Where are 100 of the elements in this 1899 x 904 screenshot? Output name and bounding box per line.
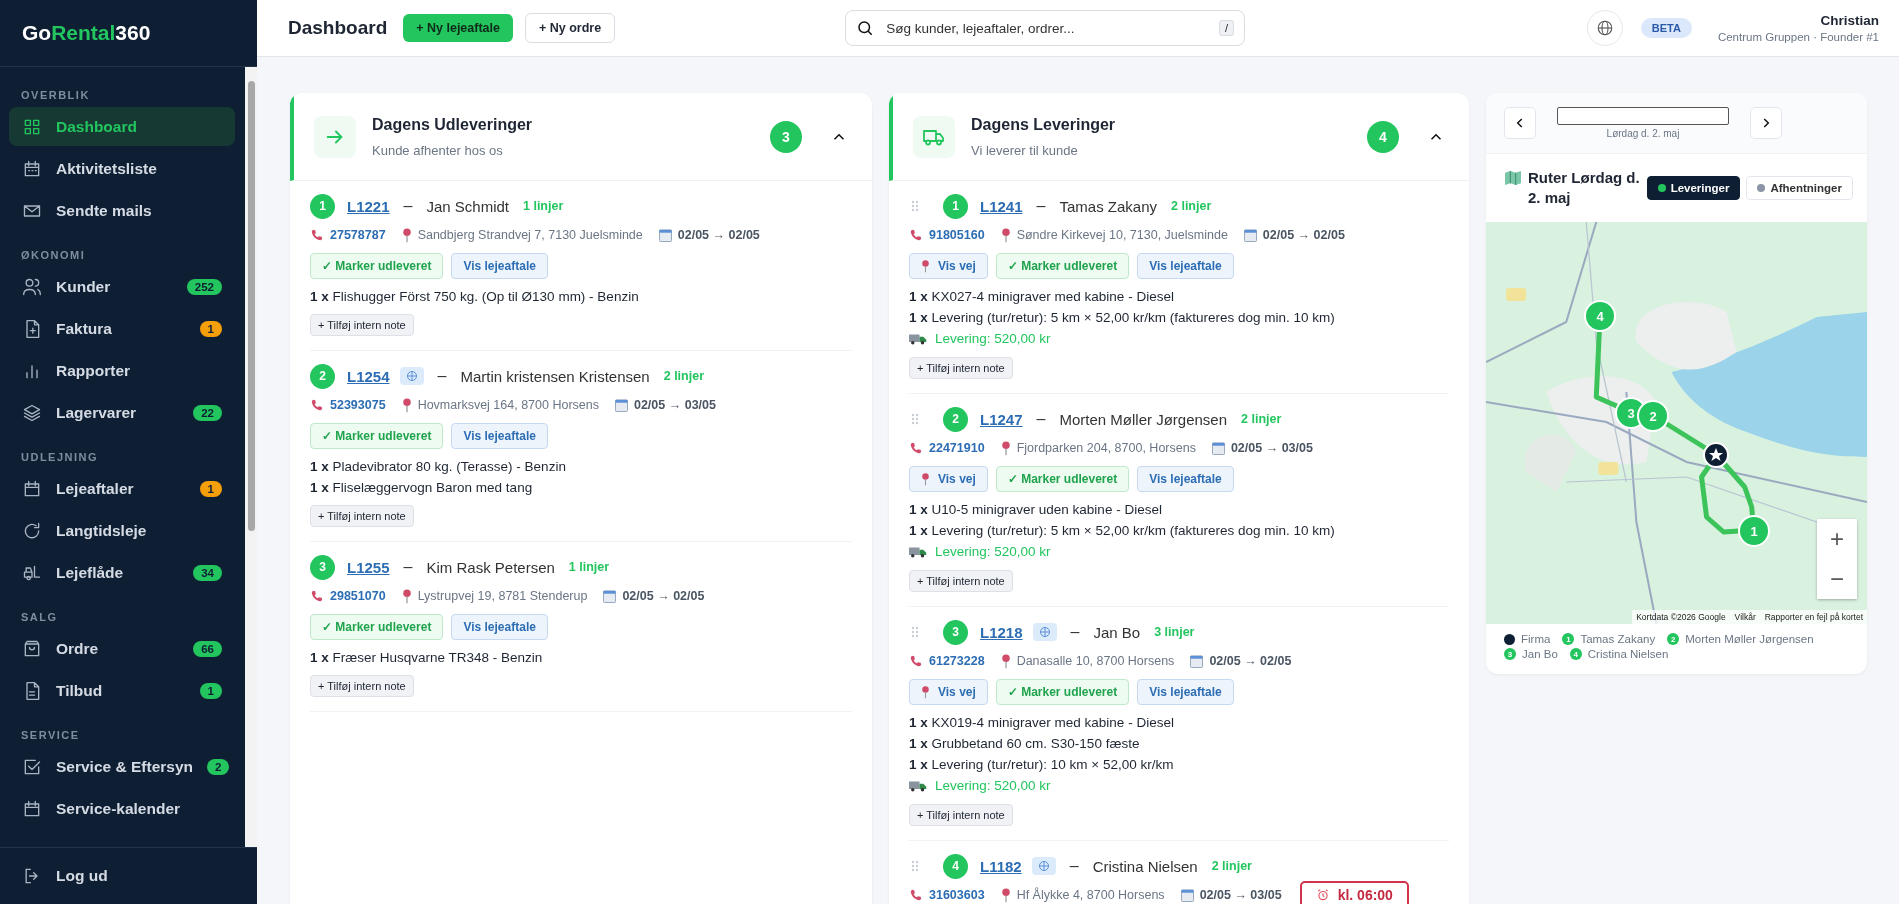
calendar-icon: [1243, 228, 1257, 242]
directions-button[interactable]: Vis vej: [909, 679, 988, 705]
reference-link[interactable]: L1247: [980, 410, 1023, 428]
mark-delivered-button[interactable]: ✓ Marker udleveret: [995, 466, 1130, 492]
nav-item[interactable]: Service & Eftersyn 2: [9, 747, 235, 786]
nav-item[interactable]: Service-kalender: [9, 789, 235, 828]
view-lease-button[interactable]: Vis lejeaftale: [451, 253, 548, 279]
add-note-button[interactable]: + Tilføj intern note: [909, 804, 1013, 826]
refresh-icon: [22, 520, 42, 541]
phone-link[interactable]: 27578787: [330, 228, 386, 242]
directions-button[interactable]: Vis vej: [909, 466, 988, 492]
nav-item[interactable]: Lejeflåde 34: [9, 553, 235, 592]
layers-icon: [22, 402, 42, 423]
drag-handle-icon[interactable]: [911, 200, 919, 212]
phone-link[interactable]: 31603603: [929, 888, 985, 902]
drag-handle-icon[interactable]: [911, 413, 919, 425]
view-lease-button[interactable]: Vis lejeaftale: [1137, 679, 1234, 705]
search-icon: [856, 19, 875, 37]
filter-toggle[interactable]: Afhentninger: [1746, 176, 1853, 200]
new-lease-button[interactable]: + Ny lejeaftale: [403, 14, 513, 42]
section-label: UDLEJNING: [20, 450, 100, 465]
next-day-button[interactable]: [1750, 107, 1782, 139]
filter-toggle[interactable]: Leveringer: [1646, 176, 1741, 200]
mark-delivered-button[interactable]: ✓ Marker udleveret: [310, 423, 444, 449]
phone-link[interactable]: 91805160: [929, 228, 985, 242]
company-dot: [1504, 633, 1515, 645]
search-field[interactable]: Søg kunder, lejeaftaler, ordrer...: [884, 19, 1210, 37]
reference-link[interactable]: L1241: [980, 197, 1023, 215]
stop-number: 2: [310, 363, 335, 389]
reference-link[interactable]: L1255: [347, 558, 390, 576]
view-lease-button[interactable]: Vis lejeaftale: [451, 614, 548, 640]
product-line: 1 x Fræser Husqvarne TR348 - Benzin: [310, 649, 544, 667]
nav-item[interactable]: Lagervarer 22: [9, 393, 235, 432]
nav-item[interactable]: Lejeaftaler 1: [9, 469, 235, 508]
nav-item[interactable]: Dashboard: [9, 107, 235, 146]
nav-item[interactable]: Aktivitetsliste: [9, 149, 235, 188]
reference-link[interactable]: L1218: [980, 623, 1023, 641]
drag-handle-icon[interactable]: [911, 860, 919, 872]
nav-item[interactable]: Ordre 66: [9, 629, 235, 668]
language-button[interactable]: [1586, 10, 1623, 46]
directions-button[interactable]: Vis vej: [909, 253, 988, 279]
address: Danasalle 10, 8700 Horsens: [1016, 654, 1175, 668]
customer-name: Jan Schmidt: [426, 197, 509, 215]
map-attribution[interactable]: Vilkår: [1734, 612, 1756, 622]
zoom-in-button[interactable]: +: [1817, 519, 1857, 559]
phone-link[interactable]: 29851070: [330, 589, 386, 603]
mark-delivered-button[interactable]: ✓ Marker udleveret: [310, 614, 444, 640]
nav-item[interactable]: Tilbud 1: [9, 671, 235, 710]
section-label: SALG: [20, 610, 59, 625]
reference-link[interactable]: L1254: [347, 367, 390, 385]
nav-item[interactable]: Kunder 252: [9, 267, 235, 306]
calendar-icon: [22, 798, 42, 819]
date-range: 02/05 → 03/05: [1230, 441, 1313, 455]
bag-icon: [22, 638, 42, 659]
stop-number: 3: [1504, 648, 1516, 660]
product-line: 1 x Fliselæggervogn Baron med tang: [310, 479, 534, 497]
count-badge: 1: [199, 320, 222, 337]
pin-icon: [1000, 227, 1011, 243]
count-badge: 3: [770, 120, 802, 153]
mark-delivered-button[interactable]: ✓ Marker udleveret: [995, 253, 1130, 279]
address: Fjordparken 204, 8700, Horsens: [1016, 441, 1196, 455]
view-lease-button[interactable]: Vis lejeaftale: [451, 423, 548, 449]
nav-item[interactable]: Faktura 1: [9, 309, 235, 348]
phone-link[interactable]: 52393075: [330, 398, 386, 412]
add-note-button[interactable]: + Tilføj intern note: [310, 505, 414, 527]
globe-icon: [405, 370, 418, 382]
zoom-out-button[interactable]: −: [1817, 559, 1857, 599]
line-count: 2 linjer: [1211, 859, 1252, 873]
mark-delivered-button[interactable]: ✓ Marker udleveret: [310, 253, 444, 279]
customer-name: Kim Rask Petersen: [426, 558, 555, 576]
scrollbar[interactable]: [245, 67, 257, 847]
map-attribution[interactable]: Kortdata ©2026 Google: [1636, 612, 1726, 622]
map-attribution[interactable]: Rapporter en fejl på kortet: [1764, 612, 1863, 622]
previous-day-button[interactable]: [1504, 107, 1536, 139]
add-note-button[interactable]: + Tilføj intern note: [310, 675, 414, 697]
view-lease-button[interactable]: Vis lejeaftale: [1137, 253, 1234, 279]
card-subtitle: Vi leverer til kunde: [971, 142, 1079, 158]
view-lease-button[interactable]: Vis lejeaftale: [1137, 466, 1234, 492]
nav-item[interactable]: Langtidsleje: [9, 511, 235, 550]
nav-item[interactable]: Sendte mails: [9, 191, 235, 230]
reference-link[interactable]: L1182: [980, 857, 1022, 875]
stop-number: 1: [310, 193, 335, 219]
phone-icon: [909, 888, 923, 902]
phone-link[interactable]: 61273228: [929, 654, 985, 668]
mark-delivered-button[interactable]: ✓ Marker udleveret: [995, 679, 1130, 705]
drag-handle-icon[interactable]: [911, 626, 919, 638]
add-note-button[interactable]: + Tilføj intern note: [310, 314, 414, 336]
search-bar[interactable]: Søg kunder, lejeaftaler, ordrer... /: [845, 10, 1246, 46]
reference-link[interactable]: L1221: [347, 197, 390, 215]
add-note-button[interactable]: + Tilføj intern note: [909, 357, 1013, 379]
nav-item[interactable]: Rapporter: [9, 351, 235, 390]
count-badge: 252: [186, 278, 222, 295]
line-count: 3 linjer: [1154, 625, 1195, 639]
phone-link[interactable]: 22471910: [929, 441, 985, 455]
pin-icon: [401, 227, 412, 243]
logout-link[interactable]: Log ud: [0, 848, 257, 904]
date-field[interactable]: [1557, 107, 1729, 125]
pin-icon: [921, 259, 930, 273]
add-note-button[interactable]: + Tilføj intern note: [909, 570, 1013, 592]
new-order-button[interactable]: + Ny ordre: [525, 13, 616, 43]
